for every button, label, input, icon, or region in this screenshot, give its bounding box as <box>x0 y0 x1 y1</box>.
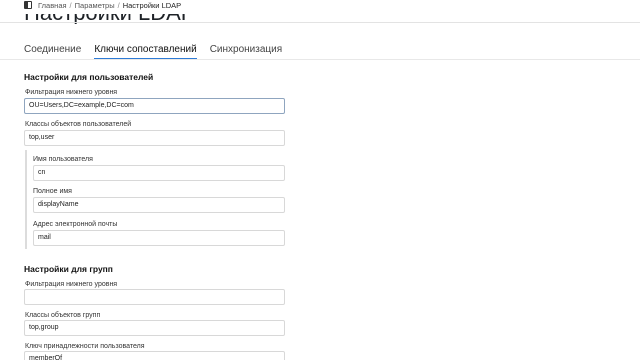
breadcrumb-separator: / <box>69 0 72 10</box>
tab-mapping-keys[interactable]: Ключи сопоставлений <box>94 44 197 59</box>
users-section-title: Настройки для пользователей <box>24 72 154 82</box>
username-label: Имя пользователя <box>33 156 93 163</box>
membership-key-label: Ключ принадлежности пользователя <box>25 343 145 350</box>
users-filter-input[interactable]: OU=Users,DC=example,DC=com <box>24 98 285 114</box>
email-input[interactable]: mail <box>33 230 285 246</box>
breadcrumb-current: Настройки LDAP <box>122 0 182 10</box>
fullname-input[interactable]: displayName <box>33 197 285 213</box>
groups-filter-label: Фильтрация нижнего уровня <box>25 281 118 288</box>
groups-filter-input[interactable] <box>24 289 285 305</box>
breadcrumb: Главная / Параметры / Настройки LDAP <box>38 1 181 10</box>
tabs-divider <box>0 59 640 60</box>
groups-classes-input[interactable]: top,group <box>24 320 285 336</box>
username-input[interactable]: cn <box>33 165 285 181</box>
email-label: Адрес электронной почты <box>33 221 118 228</box>
groups-section-title: Настройки для групп <box>24 264 113 274</box>
tab-connection[interactable]: Соединение <box>24 44 81 59</box>
membership-key-input[interactable]: memberOf <box>24 351 285 360</box>
fullname-label: Полное имя <box>33 188 72 195</box>
groups-classes-label: Классы объектов групп <box>25 312 101 319</box>
users-filter-label: Фильтрация нижнего уровня <box>25 89 118 96</box>
breadcrumb-home[interactable]: Главная <box>38 1 67 10</box>
header-divider <box>0 22 640 23</box>
breadcrumb-settings[interactable]: Параметры <box>75 1 115 10</box>
users-classes-label: Классы объектов пользователей <box>25 121 132 128</box>
tab-sync[interactable]: Синхронизация <box>210 44 282 59</box>
tab-bar: Соединение Ключи сопоставлений Синхрониз… <box>24 44 282 59</box>
users-classes-input[interactable]: top,user <box>24 130 285 146</box>
attribute-group-indicator <box>25 150 27 249</box>
breadcrumb-separator: / <box>117 0 120 10</box>
sidebar-toggle-icon[interactable] <box>24 1 32 9</box>
top-bar: Главная / Параметры / Настройки LDAP <box>0 0 640 10</box>
